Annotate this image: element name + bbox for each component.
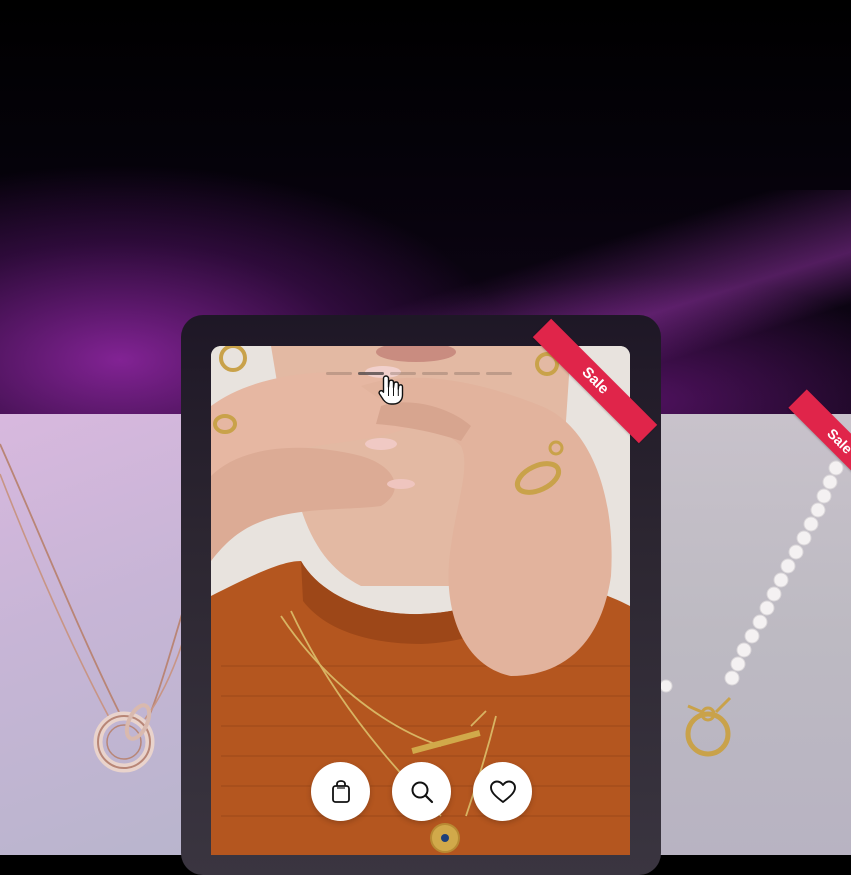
shopping-bag-icon	[331, 779, 350, 803]
slider-dot[interactable]	[326, 372, 352, 375]
slider-dot[interactable]	[422, 372, 448, 375]
slider-dot[interactable]	[486, 372, 512, 375]
add-to-cart-button[interactable]	[311, 762, 370, 821]
wishlist-button[interactable]	[473, 762, 532, 821]
quick-view-button[interactable]	[392, 762, 451, 821]
product-actions	[311, 762, 532, 821]
necklace-pearl-image	[660, 460, 844, 757]
necklace-rose-gold-image	[0, 443, 182, 773]
heart-icon	[489, 780, 516, 803]
search-icon	[411, 781, 433, 803]
hand-cursor-icon	[378, 375, 404, 405]
slider-dot[interactable]	[454, 372, 480, 375]
product-card-right[interactable]	[660, 414, 851, 855]
product-card-left[interactable]	[0, 414, 182, 855]
image-slider-dots[interactable]	[326, 372, 512, 375]
pointer-hand-cursor	[378, 374, 404, 411]
